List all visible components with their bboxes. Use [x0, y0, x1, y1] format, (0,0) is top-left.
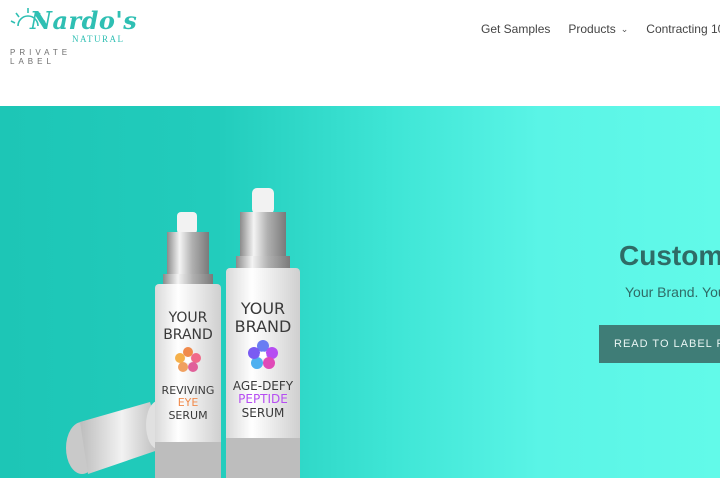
logo-tagline: PRIVATE LABEL: [10, 48, 72, 66]
nav-item-label: Contracting 101: [646, 22, 720, 36]
bottle-cap-lying: [66, 401, 170, 474]
large-bottle-brand-line1: YOUR: [240, 299, 285, 318]
logo-script-text: Nardo's: [30, 6, 138, 35]
logo-natural-text: NATURAL: [72, 34, 125, 44]
large-bottle-name-line2: PEPTIDE: [238, 392, 288, 406]
nav-item-label: Get Samples: [481, 22, 551, 36]
nav-item-contracting-101[interactable]: Contracting 101 ⌄: [646, 22, 720, 36]
hero-banner: YOUR BRAND REVIVING EYE SERUM YOUR BRAND: [0, 106, 720, 478]
nav-item-get-samples[interactable]: Get Samples: [481, 22, 550, 36]
ready-to-label-button[interactable]: READ TO LABEL PI: [599, 325, 720, 363]
site-header: Nardo's NATURAL PRIVATE LABEL Get Sample…: [0, 0, 720, 106]
hero-subtitle: Your Brand. You: [625, 284, 720, 300]
large-bottle: YOUR BRAND AGE-DEFY PEPTIDE SERUM: [226, 188, 300, 478]
nav-item-label: Products: [568, 22, 616, 36]
small-bottle-name-line2: EYE: [178, 396, 199, 409]
main-nav: Get Samples Products ⌄ Contracting 101 ⌄: [481, 22, 720, 36]
small-bottle: YOUR BRAND REVIVING EYE SERUM: [155, 212, 221, 478]
product-bottles-image: YOUR BRAND REVIVING EYE SERUM YOUR BRAND: [66, 188, 300, 478]
large-bottle-name-line3: SERUM: [242, 406, 285, 420]
small-bottle-brand-line1: YOUR: [168, 310, 208, 326]
hero-title: Custom: [619, 240, 720, 271]
large-bottle-name-line1: AGE-DEFY: [233, 379, 294, 393]
logo[interactable]: Nardo's NATURAL PRIVATE LABEL: [8, 4, 137, 66]
small-bottle-brand-line2: BRAND: [163, 327, 213, 343]
large-bottle-brand-line2: BRAND: [235, 317, 292, 336]
small-bottle-name-line3: SERUM: [168, 409, 207, 422]
nav-item-products[interactable]: Products ⌄: [568, 22, 628, 36]
chevron-down-icon: ⌄: [620, 23, 629, 34]
